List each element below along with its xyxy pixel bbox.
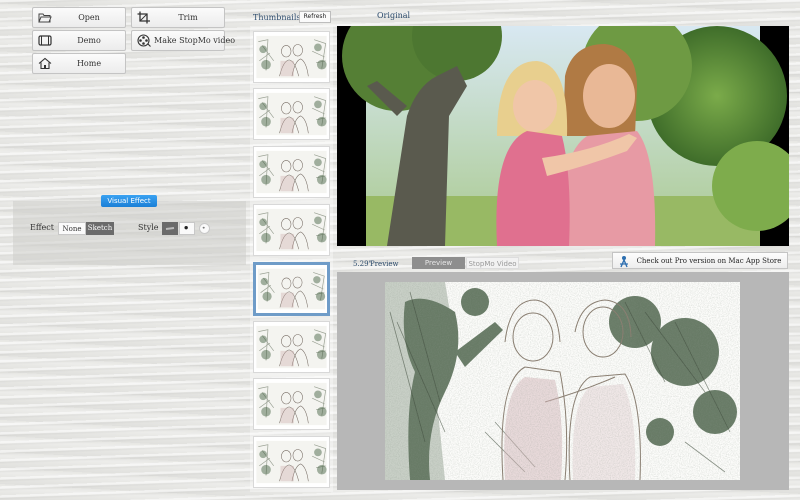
sketch-preview-drawing [385, 282, 740, 480]
tab-stopmo-video[interactable]: StopMo Video [466, 257, 519, 269]
thumbnail[interactable] [253, 321, 330, 373]
film-icon [38, 34, 52, 47]
thumbnail[interactable] [253, 88, 330, 140]
thumbnail[interactable] [253, 204, 330, 256]
original-video [337, 26, 789, 246]
open-button-label: Open [78, 13, 100, 22]
thumbnail[interactable] [253, 436, 330, 488]
home-button[interactable]: Home [32, 53, 126, 74]
preview-title: Preview [370, 260, 399, 268]
preview-time: 5.29" [353, 260, 372, 268]
make-stopmo-video-button[interactable]: Make StopMo video [131, 30, 236, 51]
style-option-dark-dot[interactable] [179, 222, 195, 235]
crop-icon [137, 11, 151, 24]
dot-icon [184, 225, 188, 230]
effect-label: Effect [30, 223, 54, 232]
light-dot-icon [202, 226, 205, 229]
tab-preview[interactable]: Preview [412, 257, 465, 269]
refresh-button[interactable]: Refresh [299, 11, 331, 23]
folder-open-icon [38, 11, 52, 24]
home-icon [38, 57, 52, 70]
pro-version-button[interactable]: Check out Pro version on Mac App Store [612, 252, 788, 269]
style-label: Style [138, 223, 159, 232]
home-button-label: Home [76, 59, 102, 68]
trim-button[interactable]: Trim [131, 7, 225, 28]
effect-option-none[interactable]: None [58, 222, 86, 235]
film-reel-icon [137, 34, 151, 47]
make-stopmo-video-label: Make StopMo video [154, 36, 236, 45]
visual-effect-header: Visual Effect [101, 195, 157, 207]
trim-button-label: Trim [178, 13, 198, 22]
app-store-icon [618, 255, 630, 270]
pro-version-label: Check out Pro version on Mac App Store [636, 257, 782, 265]
thumbnail-selected[interactable] [253, 262, 330, 316]
thumbnail[interactable] [253, 378, 330, 430]
original-title: Original [377, 11, 411, 20]
effect-option-sketch[interactable]: Sketch [86, 222, 114, 235]
visual-effect-panel [13, 201, 246, 265]
demo-button-label: Demo [77, 36, 101, 45]
style-option-pencil[interactable] [162, 222, 178, 235]
original-frame-image [342, 26, 789, 246]
pencil-stroke-icon [165, 227, 175, 230]
demo-button[interactable]: Demo [32, 30, 126, 51]
thumbnail[interactable] [253, 31, 330, 83]
sketch-preview-image [385, 282, 740, 480]
style-option-light-dot[interactable] [199, 223, 210, 234]
thumbnails-title: Thumbnails [253, 13, 301, 22]
thumbnail[interactable] [253, 146, 330, 198]
open-button[interactable]: Open [32, 7, 126, 28]
